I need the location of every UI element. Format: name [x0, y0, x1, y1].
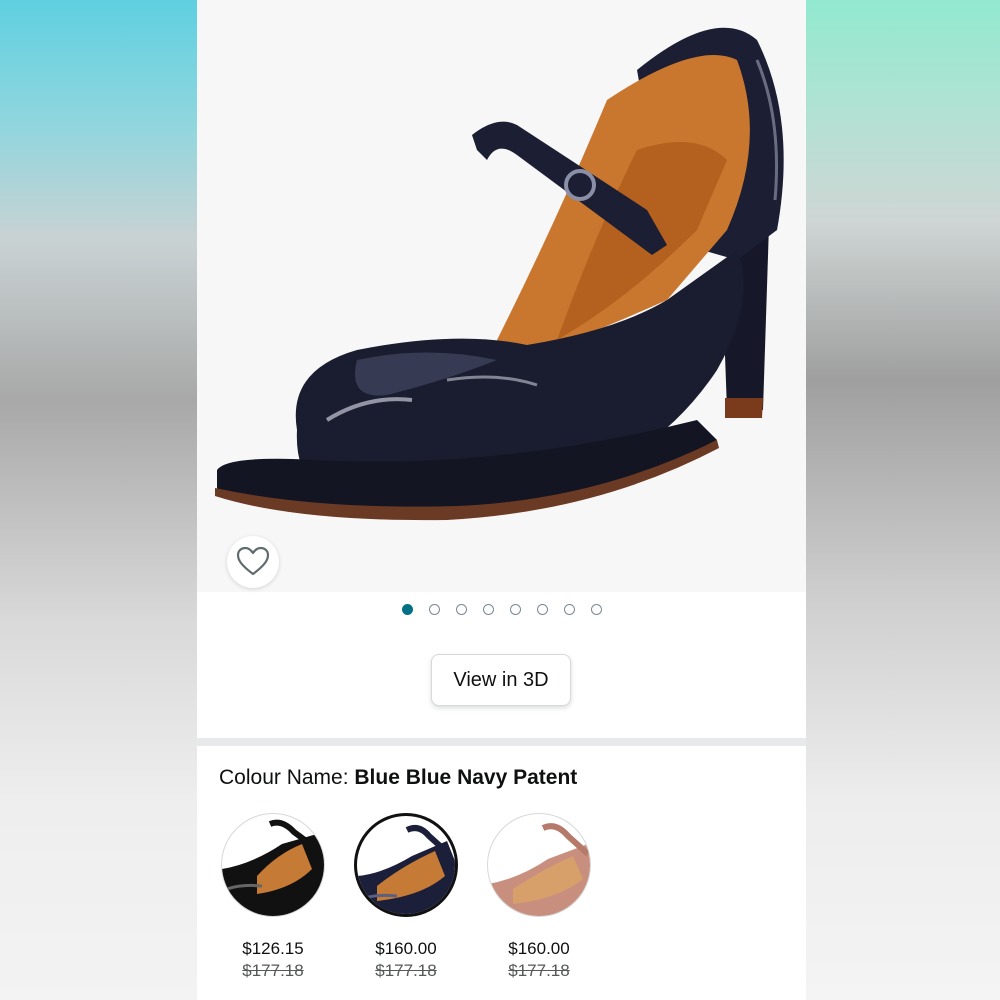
background-right [806, 0, 1000, 1000]
swatch-image [221, 813, 325, 917]
colour-name-label: Colour Name: [219, 766, 355, 789]
pagination-dot[interactable] [536, 604, 548, 615]
wishlist-button[interactable] [227, 536, 279, 588]
view-in-3d-button[interactable]: View in 3D [431, 654, 571, 706]
swatch-price: $160.00 [508, 939, 570, 958]
pagination-dot[interactable] [482, 604, 494, 615]
swatch-was-price: $177.18 [375, 961, 437, 980]
pagination-dot[interactable] [401, 604, 413, 615]
swatch-was-price: $177.18 [242, 961, 304, 980]
image-pagination [197, 604, 806, 615]
background-left [0, 0, 197, 1000]
pagination-dot[interactable] [509, 604, 521, 615]
pagination-dot[interactable] [428, 604, 440, 615]
swatch-image [487, 813, 591, 917]
swatch-price: $126.15 [242, 939, 304, 958]
product-image-carousel[interactable] [197, 0, 806, 592]
pagination-dot[interactable] [455, 604, 467, 615]
selected-colour-name: Blue Blue Navy Patent [354, 766, 578, 789]
colour-swatch-pink[interactable]: $160.00 $177.18 [485, 813, 593, 981]
colour-name-heading: Colour Name: Blue Blue Navy Patent [219, 766, 577, 790]
colour-swatch-black[interactable]: $126.15 $177.18 [219, 813, 327, 981]
swatch-was-price: $177.18 [508, 961, 570, 980]
product-image [215, 27, 784, 521]
section-divider [197, 738, 806, 746]
product-panel: View in 3D Colour Name: Blue Blue Navy P… [197, 0, 806, 1000]
pagination-dot[interactable] [590, 604, 602, 615]
colour-swatch-navy[interactable]: $160.00 $177.18 [352, 813, 460, 981]
heart-icon [236, 546, 270, 576]
swatch-image [354, 813, 458, 917]
swatch-price: $160.00 [375, 939, 437, 958]
pagination-dot[interactable] [563, 604, 575, 615]
